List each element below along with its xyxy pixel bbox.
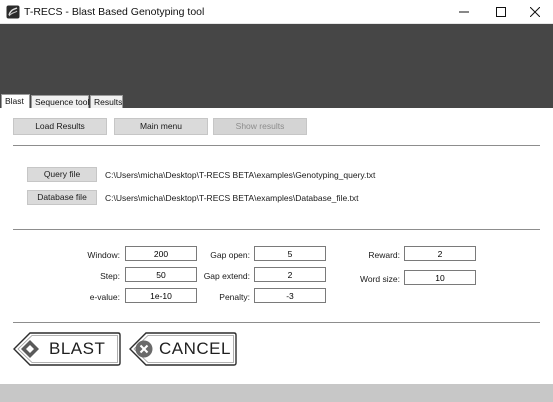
cancel-button[interactable]: CANCEL: [128, 331, 238, 367]
minimize-button[interactable]: [446, 0, 482, 24]
tab-results-label: Results: [94, 97, 123, 107]
blast-button[interactable]: BLAST: [12, 331, 122, 367]
tab-sequence-tool[interactable]: Sequence tool: [31, 95, 89, 108]
query-file-path: C:\Users\micha\Desktop\T-RECS BETA\examp…: [105, 170, 376, 180]
tab-blast-label: Blast: [5, 96, 24, 106]
evalue-input[interactable]: [125, 288, 197, 303]
reward-input[interactable]: [404, 246, 476, 261]
gap-extend-input[interactable]: [254, 267, 326, 282]
close-icon: [530, 7, 540, 17]
evalue-label: e-value:: [89, 292, 120, 302]
close-button[interactable]: [517, 0, 553, 24]
separator-bottom: [13, 322, 540, 323]
gap-open-input[interactable]: [254, 246, 326, 261]
load-results-button[interactable]: Load Results: [13, 118, 107, 135]
tab-sequence-tool-label: Sequence tool: [35, 97, 90, 107]
query-file-button[interactable]: Query file: [27, 167, 97, 182]
window-input[interactable]: [125, 246, 197, 261]
step-label: Step:: [100, 271, 120, 281]
cancel-button-label: CANCEL: [159, 339, 231, 358]
diamond-icon: [21, 340, 39, 358]
database-file-path: C:\Users\micha\Desktop\T-RECS BETA\examp…: [105, 193, 359, 203]
minimize-icon: [459, 11, 469, 13]
tab-strip: Blast Sequence tool Results: [0, 94, 553, 108]
gap-open-label: Gap open:: [210, 250, 250, 260]
gap-extend-label: Gap extend:: [203, 271, 250, 281]
tab-results[interactable]: Results: [90, 95, 123, 108]
blast-button-label: BLAST: [49, 339, 106, 358]
main-menu-button[interactable]: Main menu: [114, 118, 208, 135]
word-size-input[interactable]: [404, 270, 476, 285]
window-title: T-RECS - Blast Based Genotyping tool: [24, 6, 205, 18]
app-logo-icon: [6, 5, 20, 19]
penalty-input[interactable]: [254, 288, 326, 303]
maximize-icon: [496, 7, 506, 17]
separator-middle: [13, 229, 540, 230]
window-label: Window:: [87, 250, 120, 260]
penalty-label: Penalty:: [219, 292, 250, 302]
separator-top: [13, 145, 540, 146]
database-file-button[interactable]: Database file: [27, 190, 97, 205]
reward-label: Reward:: [368, 250, 400, 260]
tab-blast[interactable]: Blast: [1, 94, 30, 108]
header-banner: [0, 24, 553, 94]
title-bar: T-RECS - Blast Based Genotyping tool: [0, 0, 553, 24]
cancel-x-icon: [135, 340, 153, 358]
show-results-button[interactable]: Show results: [213, 118, 307, 135]
maximize-button[interactable]: [483, 0, 519, 24]
step-input[interactable]: [125, 267, 197, 282]
word-size-label: Word size:: [360, 274, 400, 284]
status-strip: [0, 384, 553, 402]
